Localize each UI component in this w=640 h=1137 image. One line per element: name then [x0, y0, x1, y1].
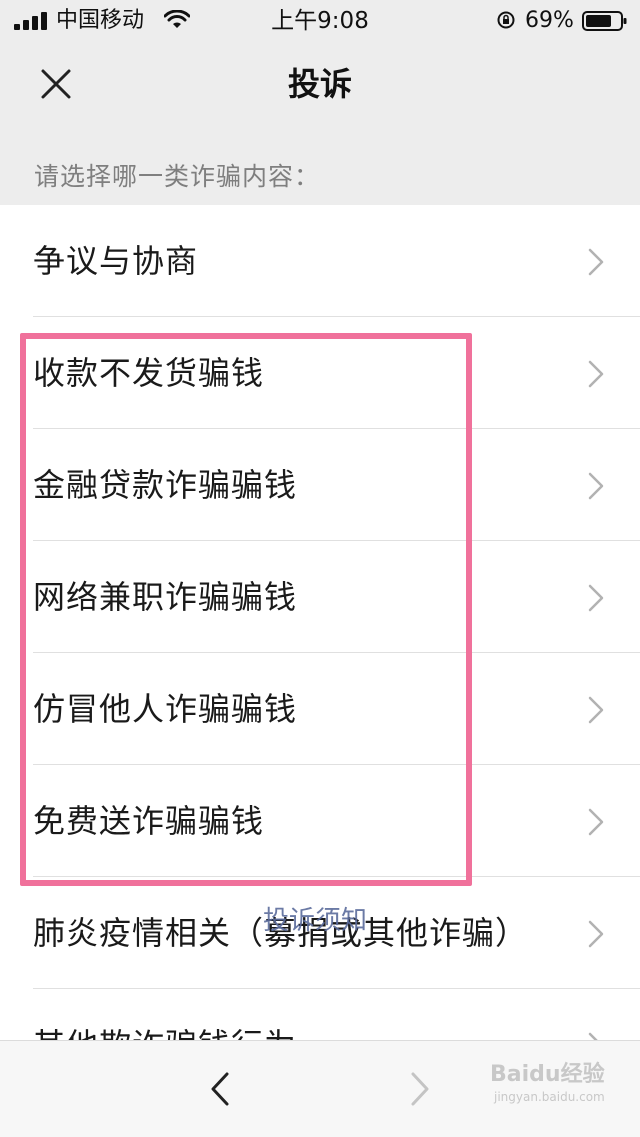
watermark-sub: jingyan.baidu.com	[494, 1090, 605, 1104]
list-item-label: 收款不发货骗钱	[33, 354, 265, 392]
list-item-parttime-fraud[interactable]: 网络兼职诈骗骗钱	[0, 541, 640, 653]
chevron-right-icon	[588, 696, 604, 724]
list-item-dispute[interactable]: 争议与协商	[0, 205, 640, 317]
rotation-lock-icon	[497, 11, 515, 29]
chevron-right-icon	[588, 920, 604, 948]
section-header: 请选择哪一类诈骗内容：	[34, 162, 321, 191]
list-item-free-gift-fraud[interactable]: 免费送诈骗骗钱	[0, 765, 640, 877]
list-item-payment-no-delivery[interactable]: 收款不发货骗钱	[0, 317, 640, 429]
list-item-label: 免费送诈骗骗钱	[33, 802, 265, 840]
nav-bar: 投诉	[0, 40, 640, 128]
list-item-label: 金融贷款诈骗骗钱	[33, 466, 298, 504]
list-item-label: 网络兼职诈骗骗钱	[33, 578, 298, 616]
list-item-loan-fraud[interactable]: 金融贷款诈骗骗钱	[0, 429, 640, 541]
list-item-label: 仿冒他人诈骗骗钱	[33, 690, 298, 728]
list-item-label: 争议与协商	[33, 242, 199, 280]
list-item-other-fraud[interactable]: 其他欺诈骗钱行为	[0, 989, 640, 1040]
list-item-impersonation-fraud[interactable]: 仿冒他人诈骗骗钱	[0, 653, 640, 765]
back-button[interactable]	[196, 1065, 244, 1113]
back-arrow-icon	[211, 1072, 229, 1106]
status-bar: 中国移动 上午9:08 69%	[0, 0, 640, 40]
chevron-right-icon	[588, 584, 604, 612]
chevron-right-icon	[588, 1032, 598, 1040]
complaint-notice-link[interactable]: 投诉须知	[263, 906, 367, 936]
list-item-label: 其他欺诈骗钱行为	[33, 989, 297, 1040]
page-title: 投诉	[287, 65, 352, 103]
watermark-main: Baidu经验	[490, 1062, 605, 1087]
battery-percent: 69%	[525, 8, 574, 33]
forward-button	[396, 1065, 444, 1113]
chevron-right-icon	[588, 808, 604, 836]
baidu-watermark: Baidu经验 jingyan.baidu.com	[490, 1062, 610, 1112]
chevron-right-icon	[588, 360, 604, 388]
chevron-right-icon	[588, 248, 604, 276]
battery-icon	[582, 11, 627, 31]
forward-arrow-icon	[411, 1072, 429, 1106]
chevron-right-icon	[588, 472, 604, 500]
